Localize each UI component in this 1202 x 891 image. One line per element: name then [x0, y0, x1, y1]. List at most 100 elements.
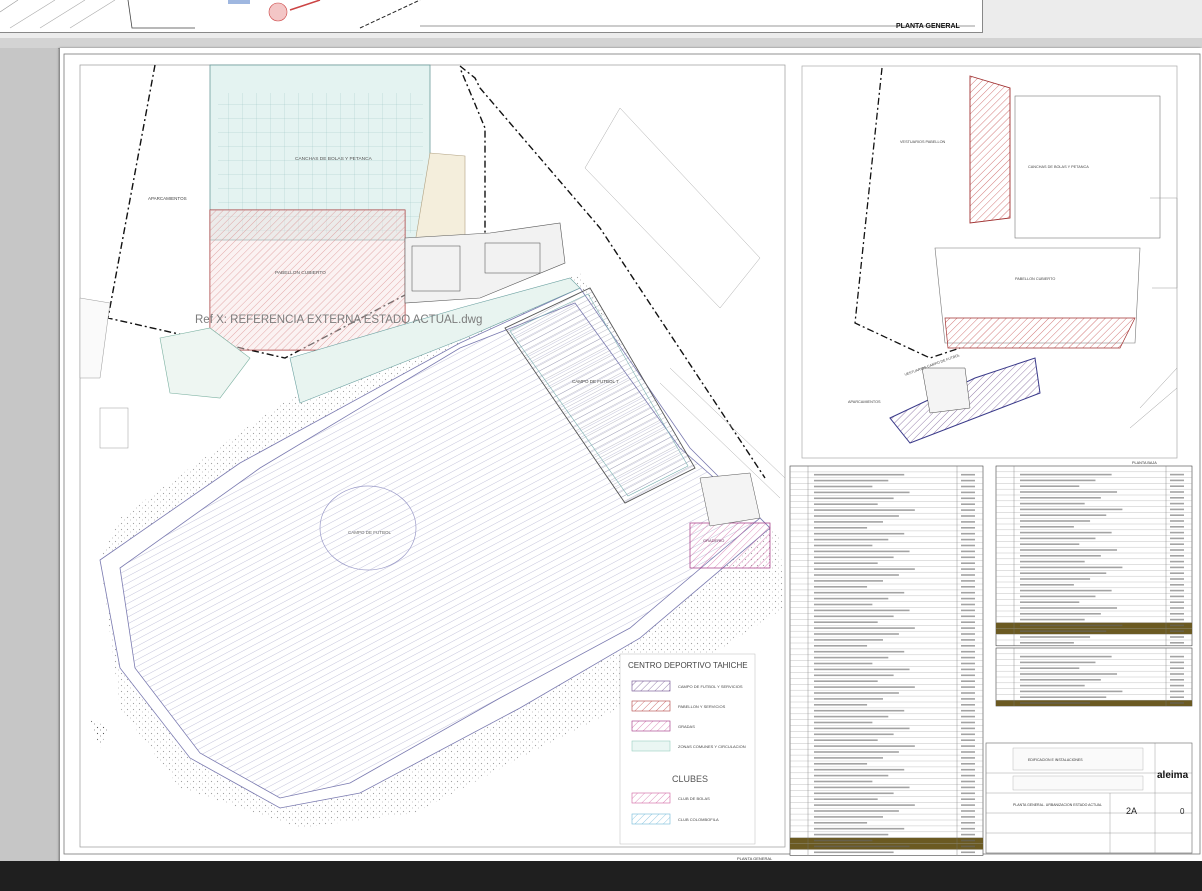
- table-text-line: [814, 532, 905, 535]
- table-text-line: [1020, 537, 1096, 540]
- table-value-line: [961, 662, 975, 665]
- title-revision: 0: [1180, 807, 1185, 816]
- legend-swatch: [631, 813, 671, 825]
- table-text-line: [814, 568, 915, 570]
- table-text-line: [1020, 508, 1123, 511]
- table-text-line: [1020, 479, 1096, 482]
- title-logo: aleima: [1157, 770, 1189, 781]
- table-text-line: [814, 739, 878, 741]
- drawing-sheet: CANCHAS DE BOLAS Y PETANCA PABELLON CUBI…: [60, 48, 1202, 863]
- table-value-line: [961, 727, 975, 730]
- table-text-line: [1020, 572, 1107, 574]
- legend-item-3: ZONAS COMUNES Y CIRCULACION: [678, 744, 746, 749]
- table-value-line: [961, 497, 975, 500]
- table-value-line: [1170, 549, 1184, 551]
- table-value-line: [961, 621, 975, 623]
- table-text-line: [1020, 684, 1085, 687]
- table-text-line: [814, 621, 878, 623]
- table-text-line: [814, 497, 894, 500]
- table-value-line: [1170, 560, 1184, 563]
- table-text-line: [814, 786, 910, 789]
- table-value-line: [1170, 636, 1184, 638]
- table-value-line: [961, 527, 975, 529]
- table-text-line: [814, 780, 873, 783]
- table-text-line: [814, 473, 905, 476]
- table-value-line: [1170, 696, 1184, 698]
- label-aparcamientos: APARCAMIENTOS: [148, 196, 187, 201]
- table-text-line: [814, 515, 899, 517]
- table-text-line: [814, 757, 883, 759]
- table-value-line: [1170, 618, 1184, 621]
- table-text-line: [1020, 560, 1085, 563]
- table-value-line: [961, 568, 975, 570]
- table-value-line: [961, 804, 975, 806]
- table-text-line: [1020, 514, 1107, 516]
- table-value-line: [961, 768, 975, 771]
- table-value-line: [1170, 578, 1184, 580]
- table-value-line: [1170, 684, 1184, 687]
- table-text-line: [814, 509, 915, 511]
- table-text-line: [814, 709, 905, 712]
- table-text-line: [814, 686, 915, 688]
- table-value-line: [1170, 630, 1184, 632]
- table-text-line: [814, 650, 905, 653]
- table-value-line: [1170, 667, 1184, 669]
- table-text-line: [814, 479, 889, 482]
- title-project-label: EDIFICACION E INSTALACIONES: [1028, 758, 1083, 762]
- table-value-line: [961, 473, 975, 476]
- table-text-line: [814, 768, 905, 771]
- table-text-line: [814, 597, 889, 600]
- table-value-line: [961, 650, 975, 653]
- table-value-line: [1170, 584, 1184, 586]
- table-text-line: [1020, 497, 1101, 499]
- table-text-line: [814, 633, 899, 635]
- table-text-line: [814, 574, 899, 576]
- table-value-line: [961, 627, 975, 629]
- table-value-line: [961, 798, 975, 800]
- table-text-line: [1020, 589, 1112, 592]
- table-value-line: [961, 833, 975, 836]
- table-value-line: [1170, 607, 1184, 609]
- legend-item-1: PABELLON Y SERVICIOS: [678, 704, 726, 709]
- table-text-line: [814, 627, 915, 629]
- legend-swatch: [631, 680, 671, 692]
- table-text-line: [1020, 613, 1101, 615]
- table-value-line: [961, 574, 975, 576]
- table-text-line: [814, 680, 878, 682]
- previous-sheet-title: PLANTA GENERAL: [896, 23, 960, 30]
- table-text-line: [1020, 491, 1118, 493]
- title-block: EDIFICACION E INSTALACIONES PLANTA GENER…: [985, 742, 1193, 854]
- table-text-line: [1020, 642, 1074, 644]
- label-canchas: CANCHAS DE BOLAS Y PETANCA: [295, 156, 373, 162]
- table-value-line: [961, 851, 975, 854]
- table-text-line: [814, 503, 878, 505]
- table-value-line: [961, 686, 975, 688]
- table-value-line: [1170, 624, 1184, 627]
- table-value-line: [1170, 508, 1184, 511]
- table-value-line: [1170, 595, 1184, 598]
- table-text-line: [814, 580, 883, 582]
- table-value-line: [961, 745, 975, 747]
- table-value-line: [961, 597, 975, 600]
- table-value-line: [1170, 514, 1184, 516]
- xref-label: Ref X: REFERENCIA EXTERNA ESTADO ACTUAL.…: [195, 314, 482, 326]
- table-value-line: [1170, 526, 1184, 528]
- table-text-line: [1020, 526, 1074, 528]
- table-text-line: [814, 656, 889, 659]
- table-text-line: [814, 662, 873, 665]
- table-text-line: [1020, 690, 1123, 693]
- table-value-line: [961, 816, 975, 818]
- upper-label-pabellon: PABELLON CUBIERTO: [1015, 277, 1055, 281]
- upper-label-aparcamientos: APARCAMIENTOS: [848, 400, 881, 404]
- table-text-line: [814, 822, 868, 824]
- table-text-line: [1020, 679, 1101, 681]
- legend-item-0: CAMPO DE FUTBOL Y SERVICIOS: [678, 684, 743, 689]
- table-value-line: [961, 515, 975, 517]
- table-value-line: [1170, 555, 1184, 557]
- previous-page-drawing: [0, 0, 975, 29]
- table-value-line: [1170, 485, 1184, 487]
- title-drawing-title: PLANTA GENERAL. URBANIZACION ESTADO ACTU…: [1013, 803, 1102, 807]
- table-text-line: [814, 827, 905, 830]
- table-value-line: [961, 538, 975, 541]
- table-text-line: [814, 674, 894, 677]
